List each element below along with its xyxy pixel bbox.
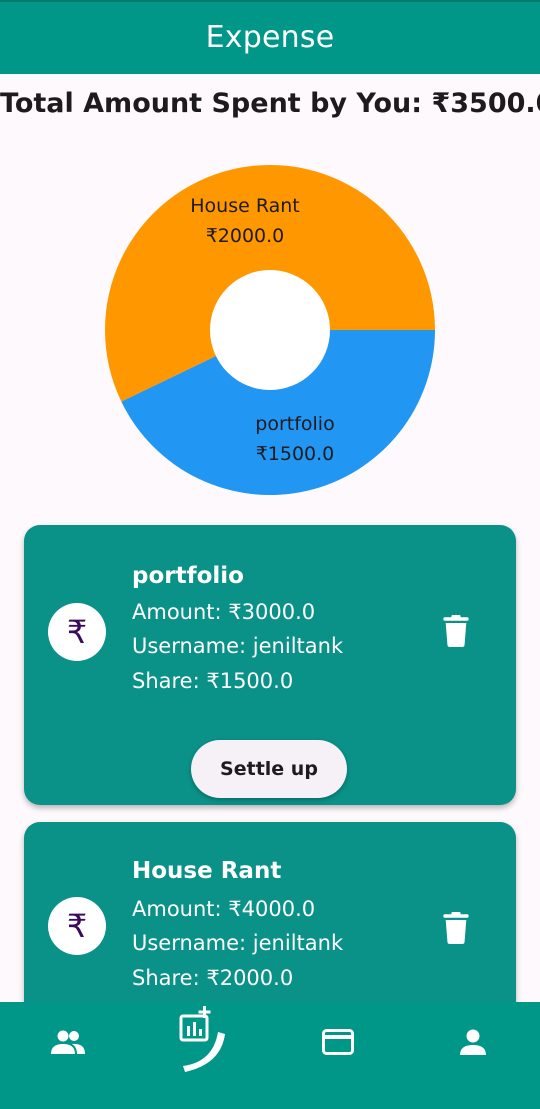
group-icon bbox=[50, 1030, 85, 1054]
rupee-avatar-icon: ₹ bbox=[48, 897, 106, 955]
status-divider bbox=[0, 0, 540, 2]
expense-title: portfolio bbox=[132, 563, 244, 589]
nav-item-add-expense[interactable] bbox=[135, 1002, 270, 1082]
credit-card-icon bbox=[321, 1029, 354, 1055]
rupee-avatar-icon: ₹ bbox=[48, 603, 106, 661]
expense-username: Username: jeniltank bbox=[132, 931, 344, 955]
expense-title: House Rant bbox=[132, 858, 282, 884]
app-bar: Expense bbox=[0, 0, 540, 74]
donut-hole bbox=[210, 270, 330, 390]
bottom-navigation bbox=[0, 1002, 540, 1109]
delete-icon[interactable] bbox=[442, 615, 470, 647]
donut-svg: House Rant ₹2000.0 portfolio ₹1500.0 bbox=[104, 164, 435, 495]
nav-item-profile[interactable] bbox=[405, 1002, 540, 1082]
slice-value-portfolio: ₹1500.0 bbox=[256, 443, 335, 465]
slice-label-house-rant: House Rant bbox=[190, 195, 300, 217]
expense-donut-chart: House Rant ₹2000.0 portfolio ₹1500.0 bbox=[0, 160, 540, 500]
app-title: Expense bbox=[205, 19, 335, 55]
slice-label-portfolio: portfolio bbox=[255, 413, 334, 435]
add-chart-icon bbox=[179, 1006, 225, 1072]
expense-amount: Amount: ₹4000.0 bbox=[132, 897, 316, 921]
person-icon bbox=[459, 1029, 486, 1055]
expense-share: Share: ₹2000.0 bbox=[132, 966, 294, 990]
nav-item-payments[interactable] bbox=[270, 1002, 405, 1082]
expense-card[interactable]: ₹ portfolio Amount: ₹3000.0 Username: je… bbox=[24, 525, 516, 805]
expense-username: Username: jeniltank bbox=[132, 634, 344, 658]
expense-share: Share: ₹1500.0 bbox=[132, 669, 294, 693]
settle-up-button[interactable]: Settle up bbox=[191, 740, 347, 798]
expense-amount: Amount: ₹3000.0 bbox=[132, 600, 316, 624]
nav-item-groups[interactable] bbox=[0, 1002, 135, 1082]
delete-icon[interactable] bbox=[442, 912, 470, 944]
slice-value-house-rant: ₹2000.0 bbox=[206, 225, 285, 247]
total-amount-heading: Total Amount Spent by You: ₹3500.0 bbox=[0, 88, 540, 119]
